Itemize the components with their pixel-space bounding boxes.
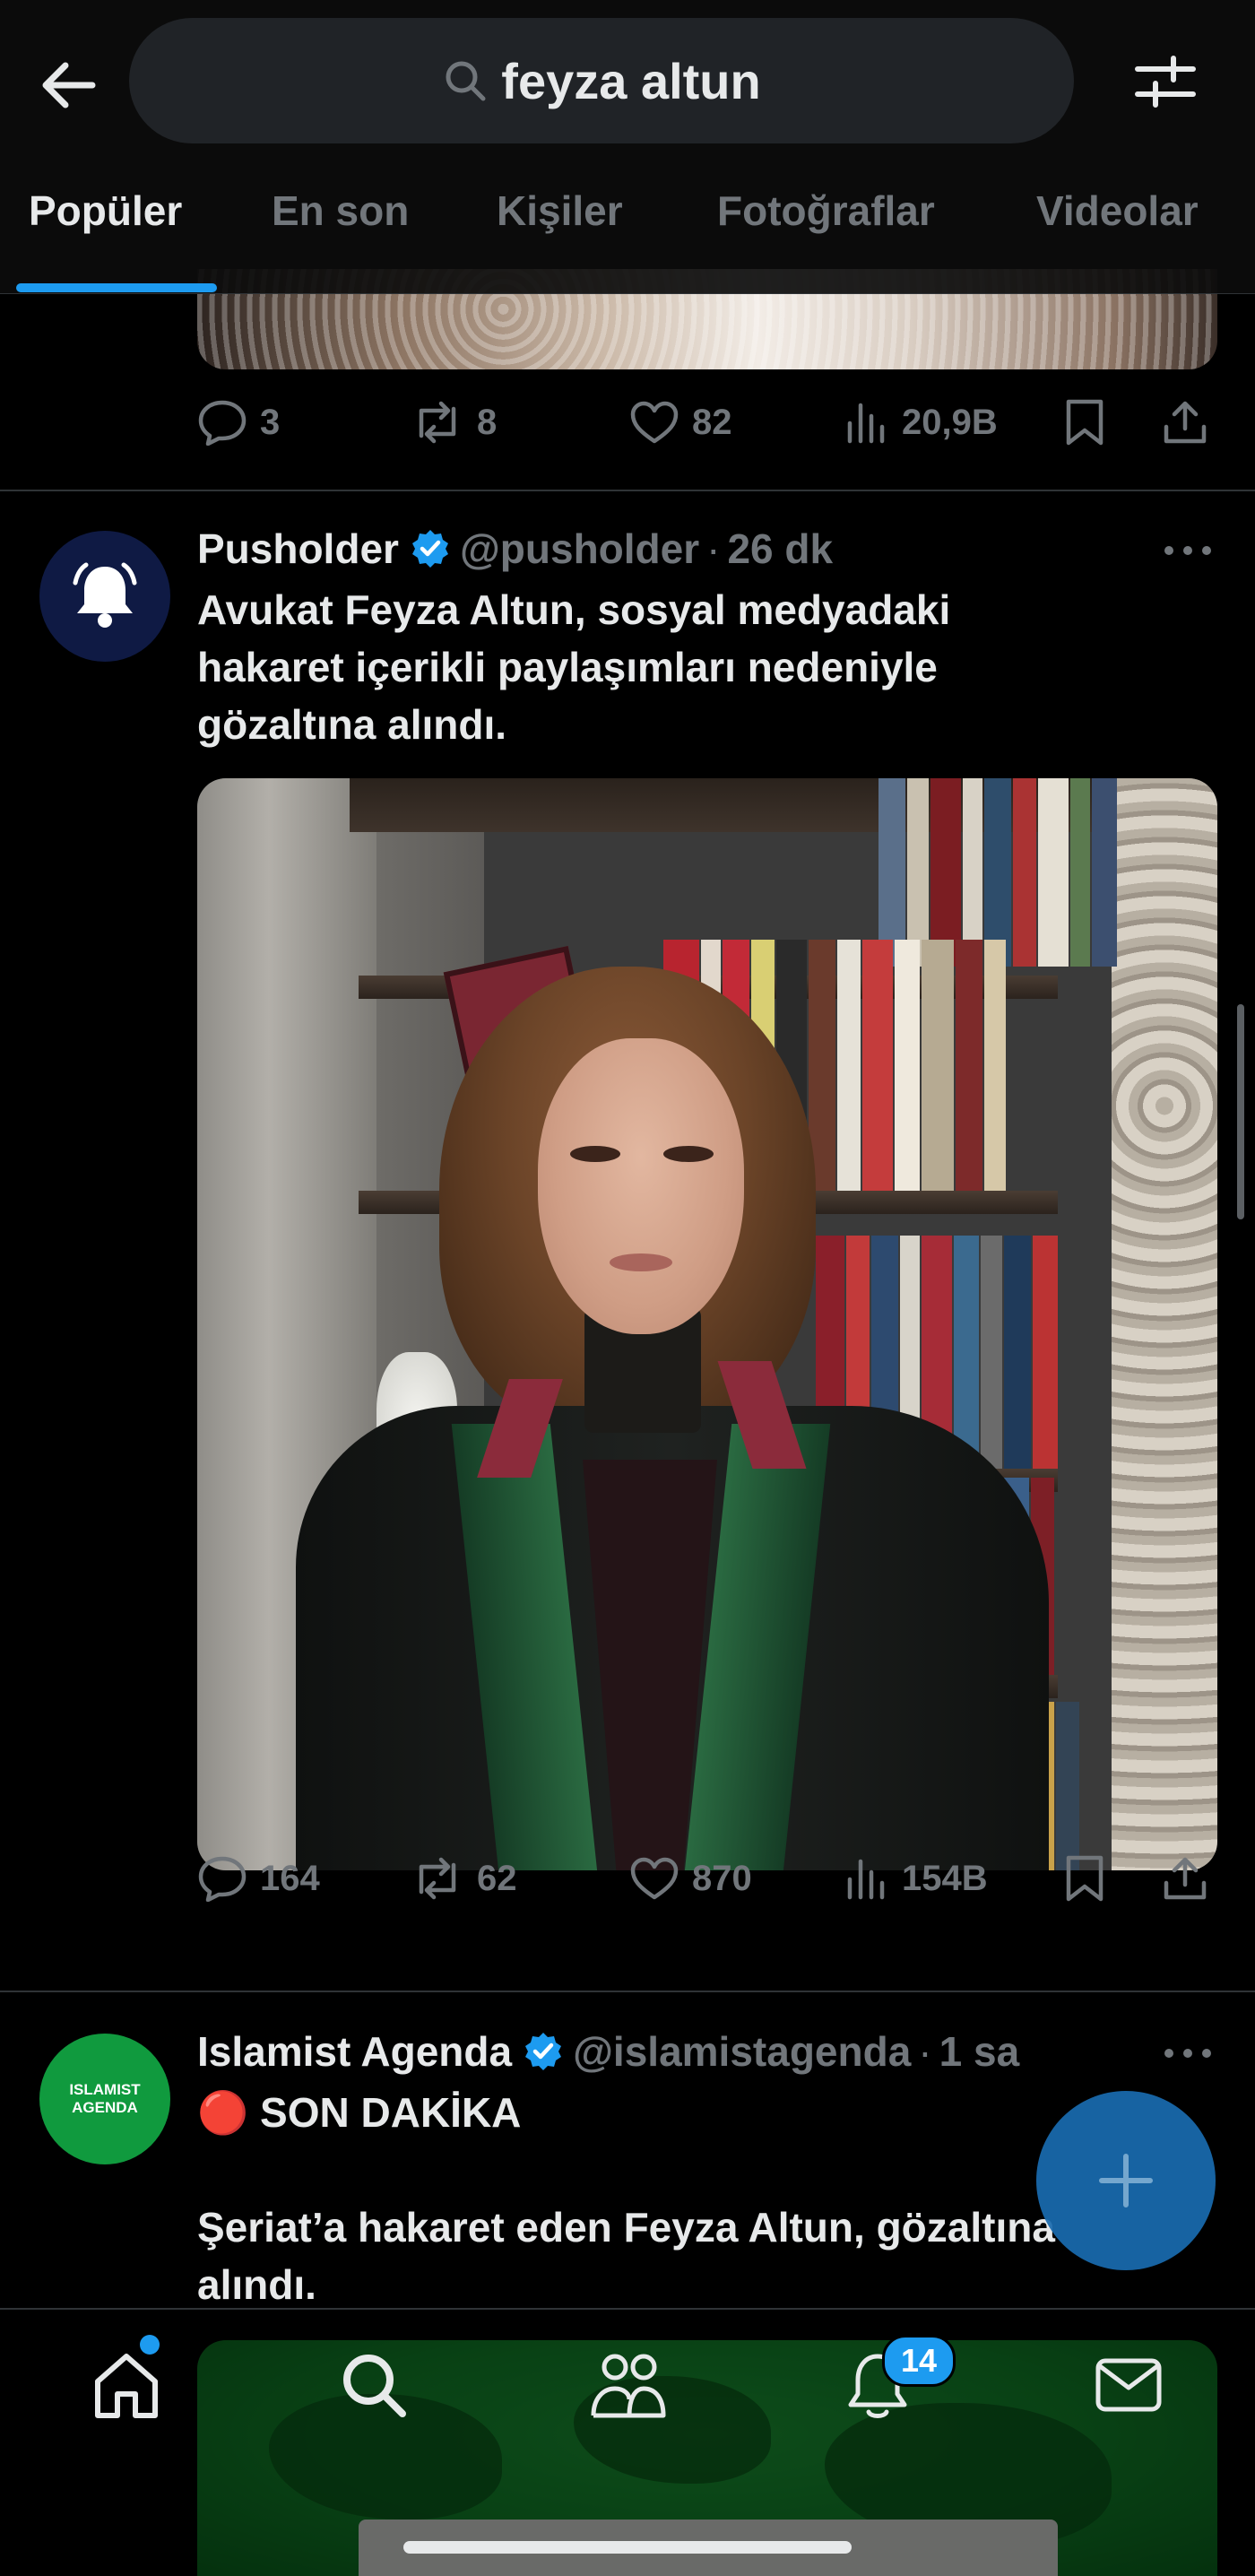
views-button[interactable]: 154B xyxy=(844,1847,988,1910)
search-input[interactable]: feyza altun xyxy=(129,18,1074,143)
more-icon xyxy=(1164,2049,1211,2058)
views-count: 20,9B xyxy=(902,402,998,442)
header-divider xyxy=(0,293,1255,294)
tweet-photo[interactable] xyxy=(197,778,1217,1870)
communities-icon xyxy=(591,2354,666,2418)
tweet-header: Islamist Agenda @islamistagenda · 1 sa xyxy=(197,2023,1019,2080)
bookmark-icon xyxy=(1066,1855,1104,1902)
tweet-divider xyxy=(0,1991,1255,1992)
bell-icon xyxy=(73,562,137,628)
tweet-header: Pusholder @pusholder · 26 dk xyxy=(197,520,833,577)
more-icon xyxy=(1164,546,1211,555)
repost-count: 62 xyxy=(477,1858,517,1898)
views-count: 154B xyxy=(902,1858,988,1898)
home-unread-dot xyxy=(140,2335,160,2355)
like-button[interactable]: 82 xyxy=(629,391,732,454)
tweet-text: Avukat Feyza Altun, sosyal medyadaki hak… xyxy=(197,586,951,748)
repost-button[interactable]: 62 xyxy=(411,1847,517,1910)
views-icon xyxy=(847,403,885,444)
separator-dot: · xyxy=(918,2028,932,2075)
avatar-logo-text: ISLAMIST AGENDA xyxy=(69,2081,141,2116)
reply-button[interactable]: 3 xyxy=(197,391,280,454)
tweet-actions: 164 62 870 154B xyxy=(197,1847,1217,1910)
repost-count: 8 xyxy=(477,402,498,442)
repost-icon xyxy=(419,1857,456,1900)
home-icon xyxy=(95,2354,158,2418)
share-icon xyxy=(1164,401,1207,444)
tab-videos[interactable]: Videolar xyxy=(1036,186,1199,235)
bookmark-icon xyxy=(1066,399,1104,446)
search-icon xyxy=(446,61,486,101)
reply-count: 3 xyxy=(260,402,281,442)
tab-latest[interactable]: En son xyxy=(272,186,409,235)
notification-count-badge: 14 xyxy=(882,2335,956,2387)
tweet-divider xyxy=(0,490,1255,491)
scrollbar[interactable] xyxy=(1237,1004,1244,1219)
bookmark-button[interactable] xyxy=(1058,1847,1112,1910)
bottom-nav-divider xyxy=(0,2308,1255,2310)
reply-button[interactable]: 164 xyxy=(197,1847,320,1910)
more-button[interactable] xyxy=(1156,533,1219,568)
views-icon xyxy=(847,1859,885,1900)
like-button[interactable]: 870 xyxy=(629,1847,752,1910)
previous-tweet-actions: 3 8 82 20,9B xyxy=(197,391,1217,454)
back-arrow-icon xyxy=(42,62,96,108)
search-filter-button[interactable] xyxy=(1121,41,1210,122)
separator-dot: · xyxy=(706,525,721,572)
verified-icon xyxy=(411,530,448,568)
like-count: 82 xyxy=(692,402,732,442)
tab-photos[interactable]: Fotoğraflar xyxy=(717,186,935,235)
messages-icon xyxy=(1095,2358,1162,2412)
avatar[interactable] xyxy=(39,531,170,662)
avatar[interactable]: ISLAMIST AGENDA xyxy=(39,2034,170,2164)
active-tab-indicator xyxy=(16,283,217,292)
repost-icon xyxy=(419,401,456,444)
reply-icon xyxy=(198,1856,247,1902)
like-icon xyxy=(630,1857,679,1900)
filter-icon xyxy=(1135,56,1196,108)
back-button[interactable] xyxy=(27,45,108,126)
reply-count: 164 xyxy=(260,1858,320,1898)
share-button[interactable] xyxy=(1156,1847,1214,1910)
tab-people[interactable]: Kişiler xyxy=(497,186,623,235)
tweet-time[interactable]: 26 dk xyxy=(727,525,833,573)
like-count: 870 xyxy=(692,1858,752,1898)
verified-icon xyxy=(525,2033,562,2070)
search-query: feyza altun xyxy=(501,52,761,109)
nav-home[interactable] xyxy=(77,2340,176,2430)
reply-icon xyxy=(198,400,247,446)
nav-communities[interactable] xyxy=(579,2340,678,2430)
author-handle[interactable]: @islamistagenda xyxy=(573,2027,911,2076)
more-button[interactable] xyxy=(1156,2035,1219,2071)
views-button[interactable]: 20,9B xyxy=(844,391,998,454)
share-button[interactable] xyxy=(1156,391,1214,454)
author-name[interactable]: Islamist Agenda xyxy=(197,2027,512,2076)
share-icon xyxy=(1164,1857,1207,1900)
tab-popular[interactable]: Popüler xyxy=(29,186,182,235)
author-handle[interactable]: @pusholder xyxy=(460,525,699,573)
compose-button[interactable] xyxy=(1036,2091,1216,2270)
home-indicator[interactable] xyxy=(403,2541,852,2554)
tweet-time[interactable]: 1 sa xyxy=(939,2027,1020,2076)
nav-messages[interactable] xyxy=(1079,2340,1178,2430)
explore-icon xyxy=(343,2355,406,2417)
author-name[interactable]: Pusholder xyxy=(197,525,399,573)
bookmark-button[interactable] xyxy=(1058,391,1112,454)
like-icon xyxy=(630,401,679,444)
nav-explore[interactable] xyxy=(325,2340,423,2430)
repost-button[interactable]: 8 xyxy=(411,391,497,454)
compose-plus-icon xyxy=(1099,2154,1153,2207)
